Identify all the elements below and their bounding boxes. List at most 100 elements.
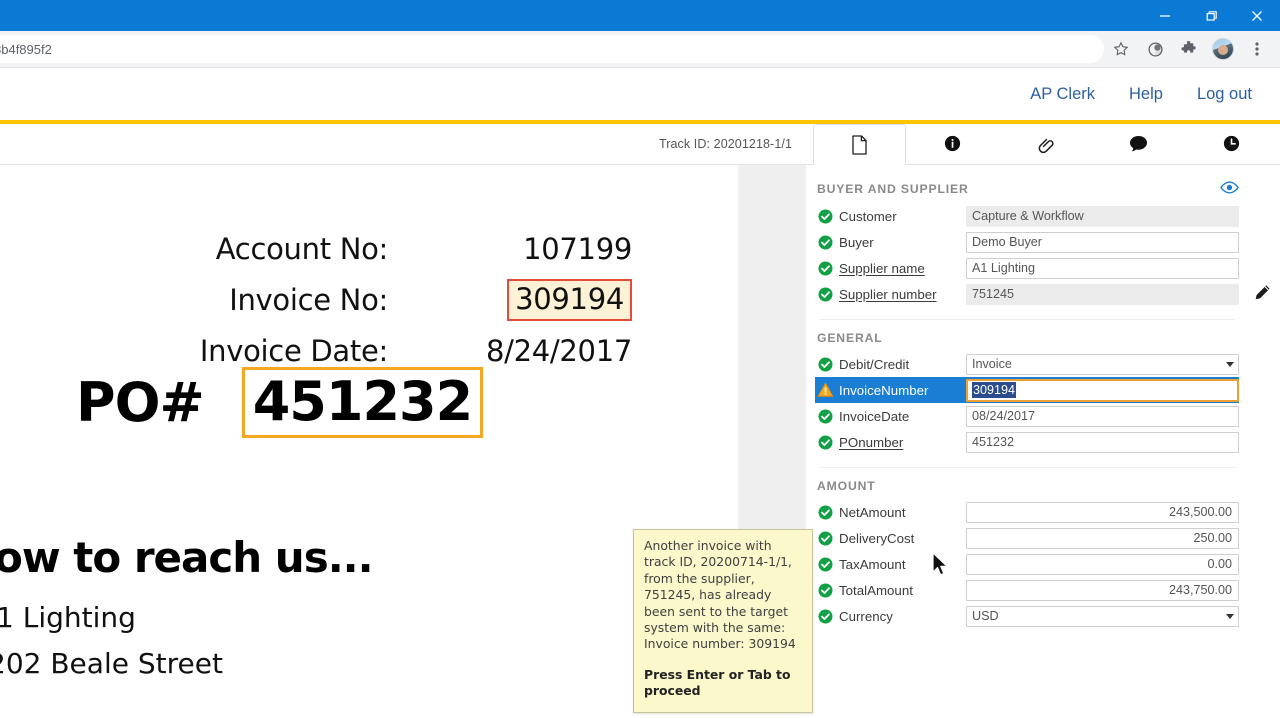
field-label-currency: Currency [839,608,893,624]
status-ok-icon [815,435,835,450]
field-value-customer: Capture & Workflow [966,205,1239,227]
field-input-invoice-date[interactable]: 08/24/2017 [966,405,1239,427]
field-row-po-number[interactable]: POnumber 451232 [815,429,1239,455]
field-input-buyer[interactable]: Demo Buyer [966,231,1239,253]
browser-menu-icon[interactable] [1242,34,1272,64]
profile-circle-icon[interactable] [1140,34,1170,64]
field-label-net-amount: NetAmount [839,504,906,520]
status-ok-icon [815,531,835,546]
tab-history[interactable] [1185,123,1278,164]
section-title: BUYER AND SUPPLIER [817,182,969,196]
field-select-value: Invoice [972,356,1012,371]
ap-clerk-link[interactable]: AP Clerk [1030,85,1095,104]
status-ok-icon [815,261,835,276]
field-label-delivery-cost: DeliveryCost [839,530,915,546]
metadata-panel: BUYER AND SUPPLIER Customer Capture & Wo… [806,124,1280,711]
metadata-tabstrip [806,124,1280,165]
field-row-invoice-date[interactable]: InvoiceDate 08/24/2017 [815,403,1239,429]
invoice-page[interactable]: Account No: 107199 Invoice No: 309194 In… [0,165,738,711]
account-no-label: Account No: [215,231,389,266]
invoice-no-value-highlight: 309194 [507,278,632,321]
section-title: GENERAL [817,331,883,345]
field-input-tax-amount[interactable]: 0.00 [966,553,1239,575]
field-row-currency[interactable]: Currency USD [815,603,1239,629]
field-select-currency[interactable]: USD [966,605,1239,627]
chevron-down-icon [1226,361,1234,367]
field-input-supplier-name[interactable]: A1 Lighting [966,257,1239,279]
field-row-buyer[interactable]: Buyer Demo Buyer [815,229,1239,255]
reach-us-heading: ow to reach us... [0,533,374,582]
field-row-net-amount[interactable]: NetAmount 243,500.00 [815,499,1239,525]
section-divider [819,319,1235,320]
field-row-invoice-number[interactable]: InvoiceNumber 309194 [815,377,1239,403]
status-ok-icon [815,409,835,424]
section-divider [819,467,1235,468]
invoice-date-label: Invoice Date: [199,333,388,368]
address-bar[interactable]: 8b4f895f2 [0,35,1104,63]
field-input-net-amount[interactable]: 243,500.00 [966,501,1239,523]
tab-info[interactable] [906,123,999,164]
status-ok-icon [815,609,835,624]
validation-tooltip-body: Another invoice with track ID, 20200714-… [644,538,796,652]
account-no-value: 107199 [523,231,632,266]
po-number-label: PO# [76,371,205,434]
document-toolbar: Track ID: 20201218-1/1 [0,124,806,165]
field-row-customer[interactable]: Customer Capture & Workflow [815,203,1239,229]
section-header-buyer-supplier: BUYER AND SUPPLIER [815,181,1239,203]
field-input-total-amount[interactable]: 243,750.00 [966,579,1239,601]
pencil-edit-icon[interactable] [1252,283,1272,308]
field-row-debit-credit[interactable]: Debit/Credit Invoice [815,351,1239,377]
field-row-supplier-name[interactable]: Supplier name A1 Lighting [815,255,1239,281]
field-row-delivery-cost[interactable]: DeliveryCost 250.00 [815,525,1239,551]
section-header-amount: AMOUNT [815,479,1239,499]
invoice-field-row: Account No: 107199 [0,223,660,274]
tab-attachments[interactable] [999,123,1092,164]
field-row-supplier-number[interactable]: Supplier number 751245 [815,281,1239,307]
browser-titlebar [0,0,1280,31]
field-input-po-number[interactable]: 451232 [966,431,1239,453]
field-select-debit-credit[interactable]: Invoice [966,353,1239,375]
field-label-supplier-number[interactable]: Supplier number [835,287,966,302]
field-label-debit-credit: Debit/Credit [839,356,910,372]
address-bar-text: 8b4f895f2 [0,41,52,57]
logout-link[interactable]: Log out [1197,85,1252,104]
field-label-buyer: Buyer [839,234,874,250]
field-label-total-amount: TotalAmount [839,582,913,598]
status-ok-icon [815,287,835,302]
eye-icon[interactable] [1220,181,1239,197]
tab-comments[interactable] [1092,123,1185,164]
browser-toolbar: 8b4f895f2 [0,31,1280,68]
account-avatar[interactable] [1208,34,1238,64]
invoice-header-table: Account No: 107199 Invoice No: 309194 In… [0,223,660,376]
window-restore-button[interactable] [1188,0,1234,31]
metadata-fields: BUYER AND SUPPLIER Customer Capture & Wo… [806,165,1280,711]
validation-tooltip: Another invoice with track ID, 20200714-… [633,529,813,713]
status-ok-icon [815,235,835,250]
supplier-name-text: 1 Lighting [0,601,136,634]
mouse-cursor [932,552,950,583]
field-label-supplier-name[interactable]: Supplier name [835,261,966,276]
extensions-puzzle-icon[interactable] [1174,34,1204,64]
track-id-label: Track ID: 20201218-1/1 [658,137,792,151]
field-input-invoice-number[interactable]: 309194 [966,378,1239,402]
invoice-no-value-wrap: 309194 [400,278,660,321]
field-row-tax-amount[interactable]: TaxAmount 0.00 [815,551,1239,577]
window-close-button[interactable] [1234,0,1280,31]
status-ok-icon [815,557,835,572]
field-select-value: USD [972,608,999,623]
window-minimize-button[interactable] [1142,0,1188,31]
field-label-customer: Customer [839,208,897,224]
chevron-down-icon [1226,613,1234,619]
field-input-delivery-cost[interactable]: 250.00 [966,527,1239,549]
help-link[interactable]: Help [1129,85,1163,104]
tab-document[interactable] [813,124,906,165]
bookmark-star-icon[interactable] [1106,34,1136,64]
field-row-total-amount[interactable]: TotalAmount 243,750.00 [815,577,1239,603]
field-label-po-number[interactable]: POnumber [835,435,966,450]
field-label-invoice-date: InvoiceDate [839,408,910,424]
field-label-invoice-number: InvoiceNumber [839,382,929,398]
document-pane: Track ID: 20201218-1/1 Account No: 10719… [0,124,813,713]
status-ok-icon [815,357,835,372]
invoice-field-row: Invoice No: 309194 [0,274,660,325]
po-number-line: PO# 451232 [76,367,484,438]
